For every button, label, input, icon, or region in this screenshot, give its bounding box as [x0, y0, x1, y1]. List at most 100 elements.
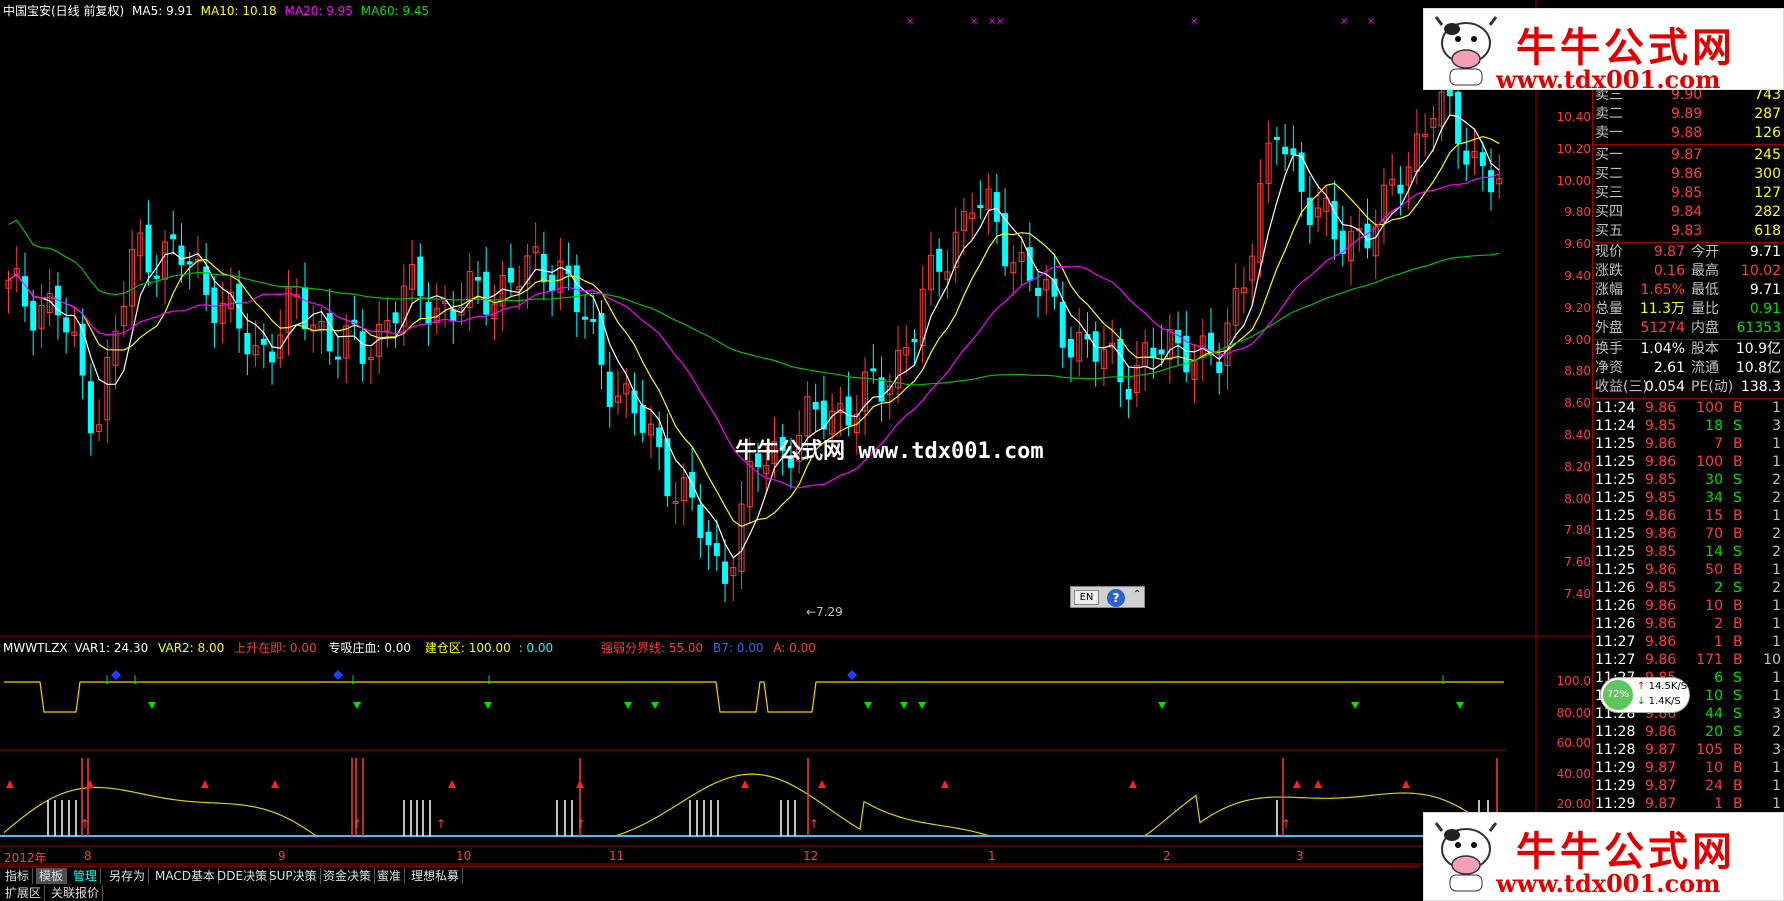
- candle-body: [269, 351, 276, 363]
- stat-value: 2.61: [1653, 360, 1685, 376]
- candle-body: [326, 313, 333, 352]
- bid-row: 买三 9.85 127: [1593, 184, 1784, 203]
- price-axis-label: 10.00: [1556, 173, 1591, 188]
- date-axis-oct: 10: [456, 849, 472, 863]
- indicator2-line: [3, 773, 1504, 837]
- tick-price: 9.86: [1645, 562, 1677, 578]
- bid-price: 9.86: [1671, 166, 1703, 182]
- candle-body: [1463, 150, 1470, 165]
- green-down-arrow: ↓: [484, 673, 494, 687]
- green-triangle: [900, 702, 908, 709]
- toolbar-tab-1[interactable]: 模板: [36, 868, 68, 884]
- tick-row: 11:27 9.86 1 B 1: [1593, 633, 1784, 651]
- tick-direction: B: [1733, 652, 1743, 668]
- tick-price: 9.85: [1645, 472, 1677, 488]
- logo-top-url: www.tdx001.com: [1496, 65, 1721, 94]
- bid-volume: 245: [1754, 147, 1781, 163]
- stat-label: 今开: [1691, 244, 1719, 260]
- stat-label: 流通: [1691, 360, 1719, 376]
- tick-direction: B: [1733, 400, 1743, 416]
- green-triangle: [148, 702, 156, 709]
- help-icon[interactable]: ?: [1107, 589, 1125, 607]
- date-axis-mar: 3: [1296, 849, 1304, 863]
- stat-value: 0.054: [1644, 379, 1685, 395]
- stat-row: 涨幅 1.65% 最低 9.71: [1593, 281, 1784, 300]
- candle-body: [483, 271, 490, 315]
- toolbar-tab-4[interactable]: MACD基本: [152, 868, 219, 884]
- candle-body: [1067, 338, 1074, 358]
- toolbar-tab-8[interactable]: 蜜准: [374, 868, 406, 884]
- price-axis-label: 9.00: [1564, 332, 1591, 347]
- tick-price: 9.85: [1645, 490, 1677, 506]
- stat-value: 0.16: [1653, 263, 1685, 279]
- stat-value: 1.04%: [1640, 341, 1685, 357]
- tick-volume: 10: [1705, 760, 1723, 776]
- candle-body: [1059, 302, 1066, 348]
- tick-volume: 1: [1714, 796, 1723, 812]
- tick-volume: 2: [1714, 616, 1723, 632]
- tick-direction: S: [1733, 724, 1742, 740]
- toolbar-tab-9[interactable]: 理想私募: [408, 868, 464, 884]
- top-marker: ×: [996, 16, 1004, 27]
- tick-row: 11:25 9.86 7 B 1: [1593, 435, 1784, 453]
- candle-body: [153, 275, 160, 279]
- candle-body: [722, 561, 729, 584]
- green-down-arrow: ↓: [102, 673, 112, 687]
- candle-body: [1446, 88, 1453, 97]
- up-arrow-icon: ↑: [1637, 681, 1646, 692]
- top-marker: ×: [1367, 16, 1375, 27]
- tick-row: 11:29 9.87 24 B 1: [1593, 777, 1784, 795]
- tick-direction: S: [1733, 580, 1742, 596]
- tick-count: 1: [1772, 598, 1781, 614]
- candle-body: [1488, 170, 1495, 193]
- network-down-value: 1.4K/S: [1648, 696, 1681, 707]
- stock-chart-window: × × × × × × × ↓ ↓ ↓ ↓ ↓ ↑ ↑ ↑ ↑ ↑ ↑ 中国宝安(日线 前复权) MA5: 9.9…: [0, 0, 1784, 901]
- tick-time: 11:26: [1595, 580, 1636, 596]
- ime-widget[interactable]: EN ? ⌃: [1070, 586, 1145, 608]
- tick-volume: 100: [1696, 454, 1723, 470]
- tick-direction: B: [1733, 796, 1743, 812]
- tick-row: 11:25 9.86 50 B 1: [1593, 561, 1784, 579]
- candle-body: [936, 248, 943, 272]
- ime-menu-icon[interactable]: ⌃: [1133, 589, 1141, 600]
- candle-body: [1364, 223, 1371, 249]
- tick-volume: 6: [1714, 670, 1723, 686]
- candle-body: [1397, 184, 1404, 194]
- candle-body: [474, 276, 481, 281]
- green-down-arrow: ↓: [130, 673, 140, 687]
- tick-row: 11:29 9.87 10 B 1: [1593, 759, 1784, 777]
- toolbar-tab-2[interactable]: 管理: [70, 868, 102, 884]
- tick-count: 3: [1772, 418, 1781, 434]
- tick-count: 1: [1772, 760, 1781, 776]
- bid-label: 买五: [1595, 223, 1623, 239]
- network-speed-widget[interactable]: 72% ↑ 14.5K/S ↓ 1.4K/S: [1600, 677, 1690, 713]
- candle-body: [1150, 347, 1157, 359]
- tick-count: 1: [1772, 670, 1781, 686]
- red-up-arrow: ↑: [80, 817, 90, 831]
- date-axis-year: 2012年: [4, 851, 47, 865]
- stat-value: 0.91: [1749, 301, 1781, 317]
- toolbar-tab-0[interactable]: 指标: [2, 868, 34, 884]
- ime-lang-button[interactable]: EN: [1074, 590, 1099, 605]
- toolbar-tab-6[interactable]: SUP决策: [266, 868, 321, 884]
- tick-count: 2: [1772, 544, 1781, 560]
- toolbar-tab-7[interactable]: 资金决策: [320, 868, 376, 884]
- tick-volume: 171: [1696, 652, 1723, 668]
- stat-value: 9.71: [1749, 244, 1781, 260]
- toolbar-tab-3[interactable]: 另存为: [106, 868, 150, 884]
- bottom-tab-0[interactable]: 扩展区: [2, 885, 46, 901]
- ma60-line: [8, 219, 1500, 386]
- red-up-triangle: [271, 780, 279, 788]
- price-axis-label: 7.60: [1564, 555, 1591, 570]
- tick-time: 11:28: [1595, 742, 1636, 758]
- indicator-toolbar: 指标 模板 管理 另存为 MACD基本 DDE决策 SUP决策 资金决策 蜜准 理想私募: [0, 866, 1420, 884]
- top-marker: ×: [1340, 16, 1348, 27]
- stat-label: PE(动): [1691, 379, 1734, 395]
- candle-body: [21, 276, 28, 307]
- bottom-tab-1[interactable]: 关联报价: [48, 885, 104, 901]
- green-triangle: [353, 702, 361, 709]
- stat-value: 10.9亿: [1735, 341, 1781, 357]
- bid-price: 9.84: [1671, 204, 1703, 220]
- toolbar-tab-5[interactable]: DDE决策: [214, 868, 272, 884]
- tick-price: 9.87: [1645, 778, 1677, 794]
